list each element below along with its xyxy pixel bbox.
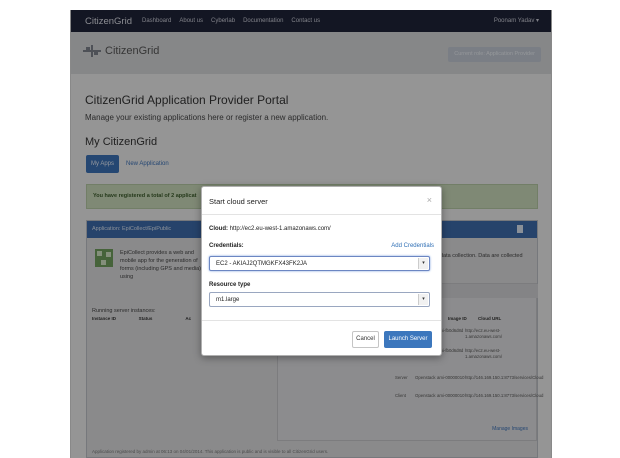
- credentials-select[interactable]: EC2 - AKIAJ2QTMGKFX43FK2JA ▾: [209, 256, 430, 271]
- start-cloud-server-dialog: Start cloud server × Cloud: http://ec2.e…: [201, 186, 442, 356]
- cloud-value: http://ec2.eu-west-1.amazonaws.com/: [229, 226, 331, 232]
- cloud-label: Cloud:: [209, 226, 228, 232]
- resource-type-label: Resource type: [209, 282, 251, 288]
- cloud-info: Cloud: http://ec2.eu-west-1.amazonaws.co…: [209, 226, 331, 232]
- close-icon[interactable]: ×: [427, 195, 432, 205]
- credentials-label: Credentials:: [209, 243, 244, 249]
- add-credentials-link[interactable]: Add Credentials: [391, 243, 434, 249]
- resource-type-selected-value: m1.large: [216, 297, 240, 303]
- dropdown-arrow-icon[interactable]: ▾: [418, 258, 428, 269]
- resource-type-select[interactable]: m1.large ▾: [209, 292, 430, 307]
- dialog-divider: [202, 214, 441, 215]
- dropdown-arrow-icon[interactable]: ▾: [418, 294, 428, 305]
- cancel-button[interactable]: Cancel: [352, 331, 379, 348]
- launch-server-button[interactable]: Launch Server: [384, 331, 432, 348]
- dialog-divider: [202, 320, 441, 321]
- credentials-selected-value: EC2 - AKIAJ2QTMGKFX43FK2JA: [216, 261, 308, 267]
- dialog-title: Start cloud server: [209, 197, 268, 206]
